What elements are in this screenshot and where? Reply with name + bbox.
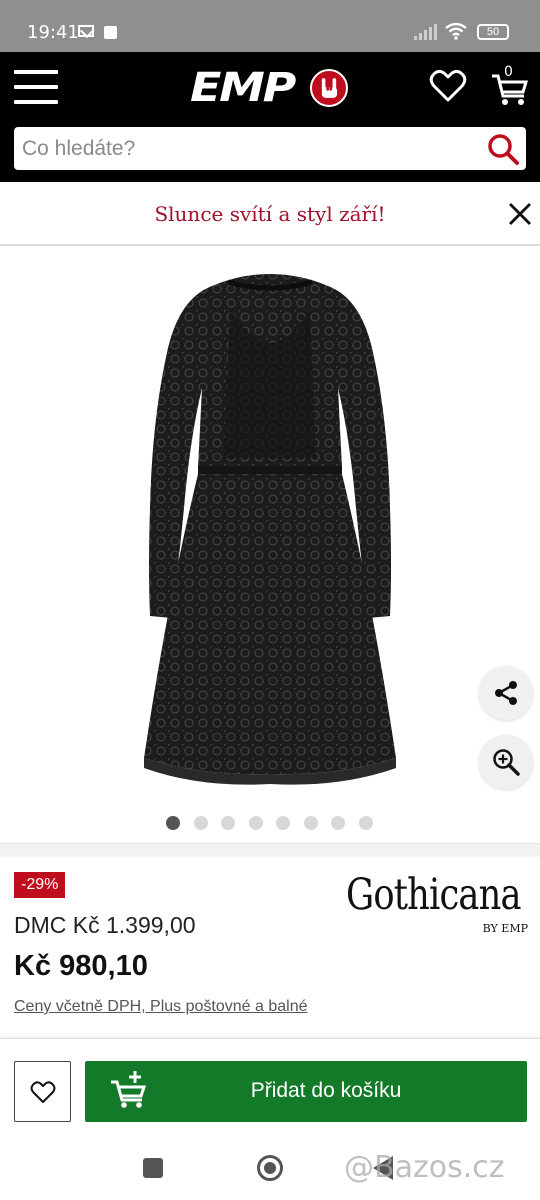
home-button[interactable]: [257, 1155, 283, 1181]
mail-notification-icon: [78, 25, 94, 37]
promo-text: Slunce svítí a styl září!: [154, 202, 386, 226]
cart-button[interactable]: 0: [488, 64, 532, 108]
notification-icon: [104, 26, 117, 39]
menu-icon[interactable]: [14, 70, 58, 104]
gallery-dot[interactable]: [221, 816, 235, 830]
status-bar: 19:41 50: [0, 0, 540, 52]
emp-logo[interactable]: EMP: [190, 65, 349, 111]
app-root: 19:41 50 EMP 0 Co hledáte? Slunce svítí …: [0, 0, 540, 1200]
promo-banner: Slunce svítí a styl září!: [0, 182, 540, 246]
gallery-dot[interactable]: [331, 816, 345, 830]
wishlist-heart-icon[interactable]: [428, 66, 468, 106]
rock-hand-icon: [310, 69, 349, 107]
recents-button[interactable]: [143, 1158, 163, 1178]
product-image-gallery[interactable]: [0, 256, 540, 840]
section-divider: [0, 843, 540, 857]
current-price: Kč 980,10: [14, 950, 148, 982]
brand-name: Gothicana: [346, 870, 521, 920]
gallery-dot[interactable]: [193, 816, 208, 830]
site-header: EMP 0 Co hledáte?: [0, 52, 540, 182]
brand-logo[interactable]: Gothicana BY EMP: [346, 870, 528, 940]
search-icon[interactable]: [486, 132, 520, 166]
brand-by: BY EMP: [482, 922, 528, 935]
price-note-link[interactable]: Ceny včetně DPH, Plus poštovné a balné: [14, 998, 308, 1016]
add-to-cart-label: Přidat do košíku: [250, 1079, 402, 1102]
zoom-in-icon: [493, 749, 520, 776]
discount-badge: -29%: [14, 872, 66, 898]
gallery-dot[interactable]: [166, 816, 180, 830]
gallery-pagination: [166, 816, 386, 832]
action-bar: Přidat do košíku: [0, 1038, 540, 1138]
wifi-icon: [445, 22, 467, 40]
add-to-cart-button[interactable]: Přidat do košíku: [85, 1061, 527, 1122]
system-nav-bar: @Bazos.cz: [0, 1138, 540, 1200]
zoom-button[interactable]: [479, 735, 533, 789]
search-input[interactable]: Co hledáte?: [14, 127, 526, 170]
share-button[interactable]: [479, 666, 533, 720]
product-image: [144, 274, 396, 785]
gallery-dot[interactable]: [248, 816, 263, 830]
logo-text: EMP: [190, 65, 296, 111]
gallery-dot[interactable]: [303, 816, 318, 830]
gallery-dot[interactable]: [276, 816, 290, 830]
close-icon[interactable]: [507, 201, 533, 227]
heart-icon: [30, 1081, 56, 1103]
search-placeholder: Co hledáte?: [22, 137, 136, 160]
status-time: 19:41: [27, 22, 79, 43]
battery-icon: 50: [477, 24, 509, 40]
watermark: @Bazos.cz: [344, 1150, 505, 1185]
add-to-wishlist-button[interactable]: [14, 1061, 71, 1122]
signal-icon: [414, 24, 437, 40]
cart-count: 0: [504, 64, 513, 80]
original-price: DMC Kč 1.399,00: [14, 912, 196, 938]
gallery-dot[interactable]: [358, 816, 373, 830]
share-icon: [495, 681, 517, 705]
